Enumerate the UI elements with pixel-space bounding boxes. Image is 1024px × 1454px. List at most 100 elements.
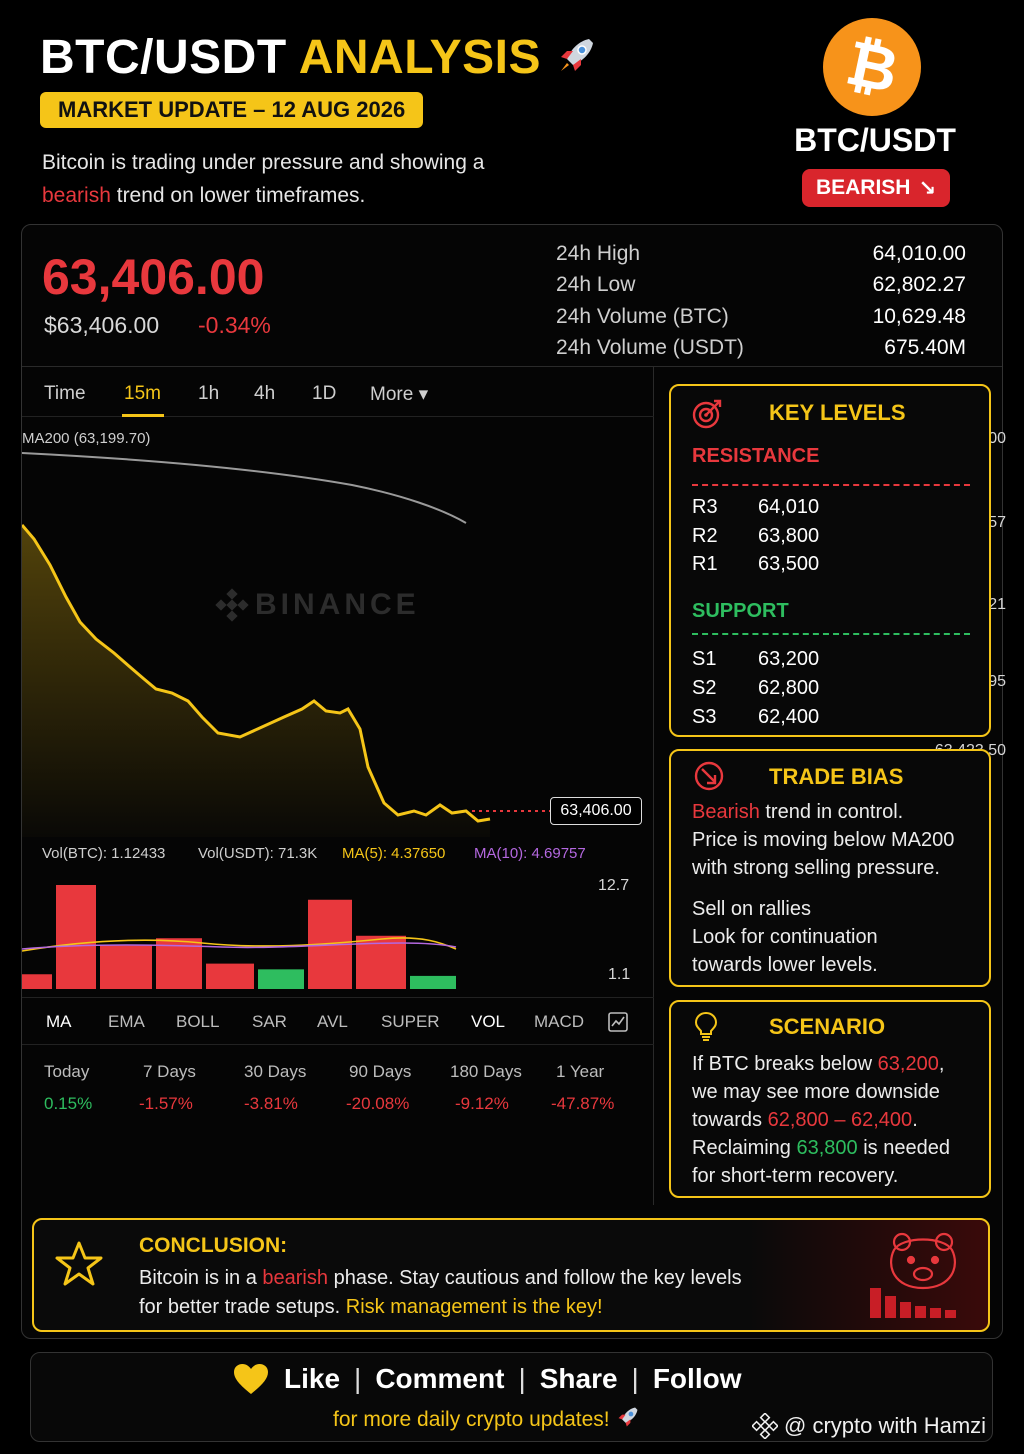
- title-accent: ANALYSIS: [298, 31, 542, 84]
- level-row: S3 62,400: [692, 706, 892, 729]
- conclusion-text: Bitcoin is in a bearish phase. Stay caut…: [139, 1264, 799, 1322]
- ma10-label: MA(10): 4.69757: [474, 845, 586, 862]
- scenario-title: SCENARIO: [769, 1014, 886, 1039]
- support-divider: [692, 633, 970, 635]
- indicator-super[interactable]: SUPER: [381, 1012, 440, 1032]
- separator: |: [354, 1363, 362, 1394]
- level-name: R3: [692, 496, 718, 518]
- indicator-boll[interactable]: BOLL: [176, 1012, 219, 1032]
- trade-bias-title: TRADE BIAS: [769, 764, 904, 789]
- tab-4h[interactable]: 4h: [254, 383, 275, 405]
- level-row: S2 62,800: [692, 677, 892, 700]
- chart-settings-icon[interactable]: [606, 1010, 630, 1034]
- follow-link[interactable]: Follow: [653, 1363, 742, 1395]
- tab-1h[interactable]: 1h: [198, 383, 219, 405]
- level-value: 62,800: [758, 677, 820, 699]
- indicator-avl[interactable]: AVL: [317, 1012, 348, 1032]
- heart-icon: [234, 1364, 268, 1394]
- bias-action: Look for continuation: [692, 926, 878, 948]
- binance-watermark: BINANCE: [215, 588, 420, 622]
- volume-bar: [22, 974, 52, 989]
- bitcoin-logo: ₿: [823, 18, 921, 116]
- timeframe-bar: Time 15m 1h 4h 1D More ▾: [22, 367, 654, 417]
- current-price-tag: 63,406.00: [550, 797, 642, 825]
- resistance-label: RESISTANCE: [692, 445, 820, 467]
- vol-axis-top: 12.7: [598, 877, 630, 894]
- comment-link[interactable]: Comment: [375, 1363, 504, 1395]
- volume-bar: [410, 975, 456, 989]
- level-row: R1 63,500: [692, 553, 892, 576]
- author-handle: @ crypto with Hamzi: [752, 1413, 986, 1439]
- bitcoin-icon: ₿: [840, 28, 904, 106]
- scenario-span: is needed: [863, 1137, 950, 1159]
- ma200-line: [22, 452, 467, 524]
- share-link[interactable]: Share: [540, 1363, 618, 1395]
- stat-label: 24h Volume (BTC): [556, 304, 729, 328]
- page-title: BTC/USDT ANALYSIS: [40, 30, 599, 85]
- arrow-down-right-icon: ↘: [918, 176, 937, 200]
- perf-value: -20.08%: [346, 1094, 410, 1113]
- scenario-span: If BTC breaks below: [692, 1053, 873, 1075]
- price-usd: $63,406.00: [44, 312, 160, 338]
- price-chart: [22, 452, 550, 989]
- scenario-span: we may see more downside: [692, 1081, 940, 1103]
- scenario-span: Reclaiming: [692, 1137, 791, 1159]
- conclusion-title: CONCLUSION:: [139, 1234, 288, 1257]
- indicator-macd[interactable]: MACD: [534, 1012, 584, 1032]
- level-name: R2: [692, 525, 718, 547]
- scenario-span: for short-term recovery.: [692, 1165, 899, 1187]
- level-name: R1: [692, 553, 718, 575]
- scenario-span: .: [912, 1109, 918, 1131]
- stat-row: 24h Volume (BTC) 10,629.48: [556, 301, 966, 333]
- watermark-text: BINANCE: [255, 588, 420, 621]
- tab-1d[interactable]: 1D: [312, 383, 336, 405]
- header-description: Bitcoin is trading under pressure and sh…: [42, 146, 562, 212]
- level-row: R3 64,010: [692, 496, 892, 519]
- conclusion-span: Bitcoin is in a: [139, 1267, 257, 1289]
- indicator-sar[interactable]: SAR: [252, 1012, 287, 1032]
- footer-subtitle-text: for more daily crypto updates!: [333, 1408, 610, 1431]
- tab-15m[interactable]: 15m: [124, 383, 161, 405]
- stat-row: 24h High 64,010.00: [556, 238, 966, 270]
- tab-more[interactable]: More ▾: [370, 383, 428, 406]
- target-icon: [692, 399, 722, 429]
- stat-row: 24h Volume (USDT) 675.40M: [556, 333, 966, 365]
- footer-subtitle: for more daily crypto updates!: [333, 1404, 641, 1432]
- key-levels-title: KEY LEVELS: [769, 400, 906, 425]
- bias-bearish: Bearish: [692, 801, 760, 823]
- volume-bar: [100, 945, 152, 989]
- conclusion-bearish: bearish: [262, 1267, 329, 1289]
- resistance-divider: [692, 484, 970, 486]
- ma5-label: MA(5): 4.37650: [342, 845, 446, 862]
- tab-time[interactable]: Time: [44, 383, 86, 405]
- level-row: R2 63,800: [692, 525, 892, 548]
- conclusion-key: Risk management is the key!: [345, 1296, 603, 1318]
- desc-text-2: trend on lower timeframes.: [116, 184, 366, 207]
- star-icon: [55, 1241, 103, 1286]
- title-main: BTC/USDT: [40, 31, 287, 84]
- bias-line: Price is moving below MA200: [692, 829, 955, 851]
- volume-bar: [56, 885, 96, 989]
- stat-label: 24h High: [556, 241, 641, 265]
- indicator-ema[interactable]: EMA: [108, 1012, 145, 1032]
- like-link[interactable]: Like: [284, 1363, 340, 1395]
- stat-value: 675.40M: [884, 336, 966, 360]
- stat-label: 24h Volume (USDT): [556, 336, 744, 360]
- scenario-text: If BTC breaks below 63,200, we may see m…: [692, 1050, 984, 1190]
- indicator-ma[interactable]: MA: [46, 1012, 72, 1032]
- vol-usdt-label: Vol(USDT): 71.3K: [198, 845, 318, 862]
- perf-value: 0.15%: [44, 1094, 93, 1113]
- perf-value: -3.81%: [244, 1094, 298, 1113]
- perf-value: -9.12%: [455, 1094, 509, 1113]
- perf-period: 1 Year: [556, 1062, 605, 1081]
- scenario-level: 63,800: [796, 1137, 858, 1159]
- price-change: -0.34%: [198, 312, 271, 338]
- binance-logo-icon: [215, 588, 249, 622]
- volume-bar: [258, 969, 304, 989]
- ma200-label: MA200 (63,199.70): [22, 430, 151, 447]
- level-name: S1: [692, 648, 717, 670]
- indicator-vol[interactable]: VOL: [471, 1012, 505, 1032]
- bear-market-icon: [870, 1232, 957, 1318]
- support-label: SUPPORT: [692, 600, 789, 622]
- bias-action: Sell on rallies: [692, 898, 811, 920]
